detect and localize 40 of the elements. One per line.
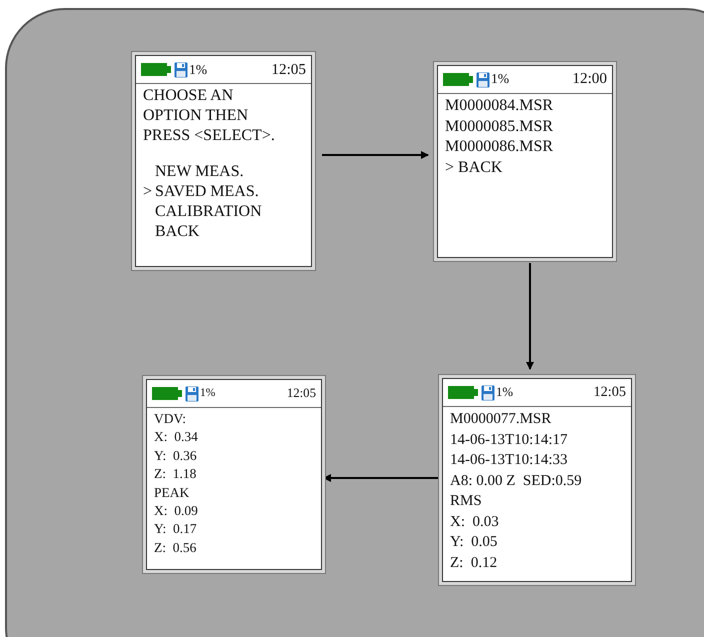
- battery-icon: [152, 386, 182, 401]
- screen-text: PEAK: [154, 484, 190, 502]
- screen-text: Y: 0.05: [450, 533, 498, 552]
- clock-time: 12:05: [594, 383, 626, 402]
- menu-item[interactable]: NEW MEAS.: [155, 162, 244, 182]
- memory-percentage: 1%: [200, 386, 216, 402]
- memory-percentage: 1%: [189, 60, 208, 78]
- screen-text: X: 0.03: [450, 512, 500, 532]
- clock-time: 12:05: [271, 60, 306, 80]
- screen-text: Y: 0.17: [154, 520, 198, 538]
- menu-item[interactable]: SAVED MEAS.: [155, 182, 259, 202]
- screen-text: RMS: [450, 492, 483, 511]
- prompt-text: PRESS <SELECT>.: [143, 126, 276, 146]
- screen-text: M0000077.MSR: [450, 410, 552, 429]
- menu-item[interactable]: CALIBRATION: [155, 202, 262, 222]
- memory-percentage: 1%: [496, 384, 513, 402]
- clock-time: 12:05: [286, 385, 316, 402]
- battery-icon: [448, 385, 478, 400]
- menu-item[interactable]: BACK: [155, 222, 200, 242]
- screen-text: M0000084.MSR: [445, 96, 554, 116]
- clock-time: 12:00: [572, 69, 607, 90]
- screen-text: Z: 0.12: [450, 554, 498, 572]
- screen-text: 14-06-13T10:14:33: [450, 451, 568, 470]
- battery-icon: [141, 62, 171, 77]
- screen-text: Z: 1.18: [154, 465, 198, 484]
- screen-text: Z: 0.56: [154, 538, 198, 557]
- screen-text: 14-06-13T10:14:17: [450, 430, 568, 450]
- prompt-text: CHOOSE AN: [143, 86, 234, 106]
- screen-text: VDV:: [154, 410, 187, 428]
- screen-text: > BACK: [445, 158, 504, 178]
- battery-icon: [443, 72, 473, 87]
- prompt-text: OPTION THEN: [143, 106, 250, 126]
- memory-percentage: 1%: [491, 70, 510, 88]
- screen-text: Y: 0.36: [154, 446, 198, 465]
- screen-text: M0000085.MSR: [445, 116, 554, 136]
- screen-text: X: 0.09: [154, 502, 199, 520]
- screen-text: M0000086.MSR: [445, 137, 554, 157]
- cursor-marker: >: [143, 183, 152, 200]
- screen-text: A8: 0.00 Z SED:0.59: [450, 472, 583, 490]
- screen-text: X: 0.34: [154, 428, 199, 446]
